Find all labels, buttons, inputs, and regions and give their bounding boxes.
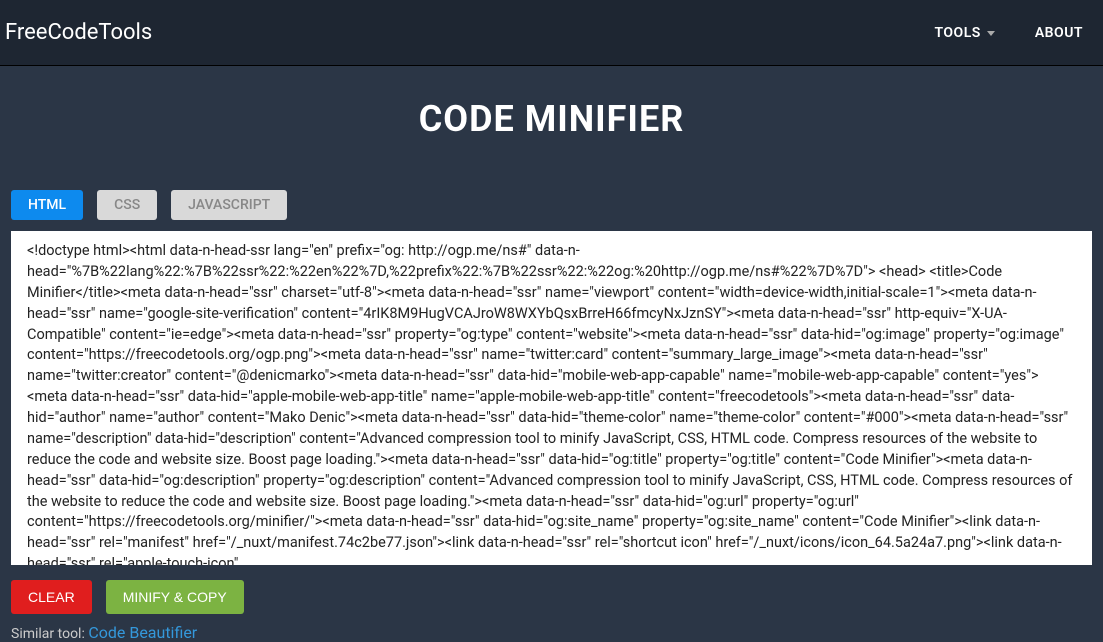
nav-tools-label: TOOLS <box>934 25 980 41</box>
similar-tool: Similar tool: Code Beautifier <box>11 623 1092 642</box>
header: FreeCodeTools TOOLS ABOUT <box>0 0 1103 66</box>
tab-css[interactable]: CSS <box>97 190 157 220</box>
tab-html[interactable]: HTML <box>11 190 83 220</box>
code-input[interactable] <box>11 231 1092 565</box>
button-row: CLEAR MINIFY & COPY <box>11 580 1092 614</box>
similar-tool-label: Similar tool: <box>11 626 88 642</box>
nav-about[interactable]: ABOUT <box>1035 25 1083 41</box>
clear-button[interactable]: CLEAR <box>11 580 92 614</box>
content: CODE MINIFIER HTML CSS JAVASCRIPT CLEAR … <box>0 66 1103 642</box>
minify-copy-button[interactable]: MINIFY & COPY <box>106 580 244 614</box>
logo[interactable]: FreeCodeTools <box>5 20 152 45</box>
nav-tools[interactable]: TOOLS <box>934 25 994 41</box>
chevron-down-icon <box>987 31 995 36</box>
tab-javascript[interactable]: JAVASCRIPT <box>171 190 287 220</box>
nav: TOOLS ABOUT <box>934 25 1083 41</box>
tabs: HTML CSS JAVASCRIPT <box>11 190 1092 220</box>
page-title: CODE MINIFIER <box>11 78 1092 190</box>
similar-tool-link[interactable]: Code Beautifier <box>88 623 197 642</box>
